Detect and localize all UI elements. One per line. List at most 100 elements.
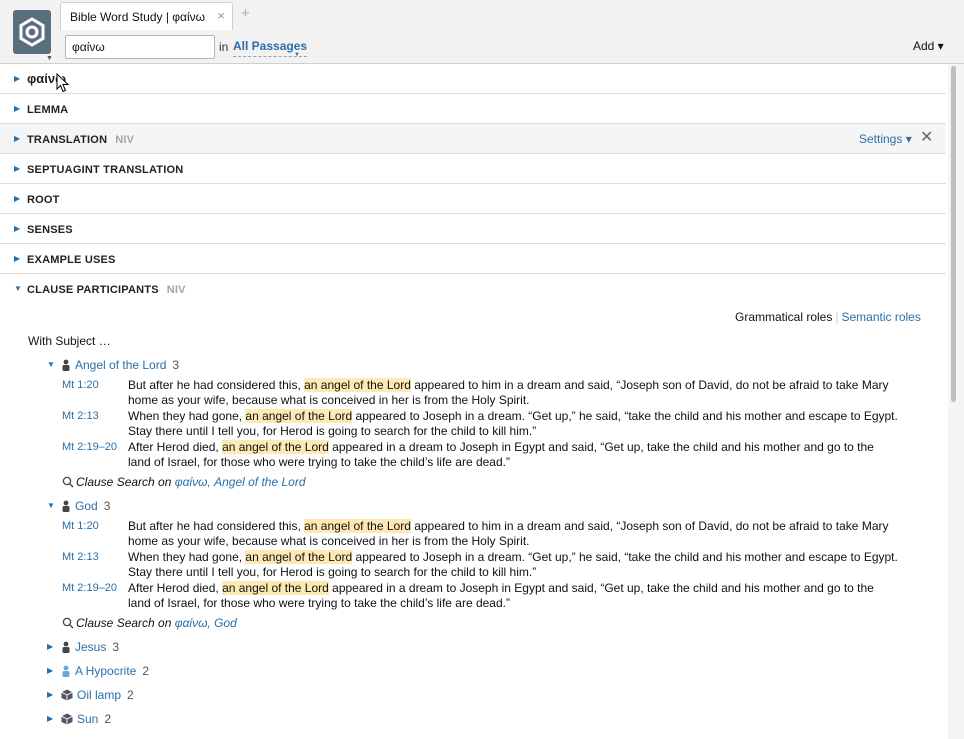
close-section-icon[interactable]: ✕	[920, 130, 933, 146]
section-lemma-word[interactable]: ▶ φαίνω	[0, 64, 946, 94]
verse-text: But after he had considered this, an ang…	[128, 519, 898, 549]
participant-name[interactable]: A Hypocrite	[75, 664, 136, 678]
section-title: EXAMPLE USES	[27, 254, 116, 266]
section-title: CLAUSE PARTICIPANTS NIV	[27, 284, 186, 296]
verse-highlight: an angel of the Lord	[222, 440, 329, 454]
object-cube-icon	[61, 713, 73, 725]
clause-search-query[interactable]: φαίνω, God	[175, 616, 237, 630]
clause-search-link[interactable]: Clause Search on φαίνω, Angel of the Lor…	[62, 475, 306, 489]
section-septuagint-translation[interactable]: ▶ SEPTUAGINT TRANSLATION	[0, 154, 946, 184]
section-title-text: TRANSLATION	[27, 134, 108, 146]
menu-caret-icon: ▼	[46, 55, 53, 62]
verse-text-pre: After Herod died,	[128, 440, 223, 454]
passages-caret-icon: ▼	[294, 52, 300, 58]
verse-text-pre: But after he had considered this,	[128, 378, 305, 392]
role-separator: |	[835, 310, 839, 324]
expand-arrow-icon[interactable]: ▶	[14, 224, 20, 233]
add-tab-button[interactable]: +	[241, 6, 250, 21]
section-title: LEMMA	[27, 104, 69, 116]
expand-arrow-icon[interactable]: ▶	[47, 666, 59, 675]
verse-highlight: an angel of the Lord	[245, 409, 353, 423]
mouse-cursor-icon	[56, 73, 69, 93]
tab-bible-word-study[interactable]: Bible Word Study | φαίνω ×	[60, 2, 233, 30]
participant-sun[interactable]: ▶ Sun 2	[47, 711, 111, 729]
tab-close-icon[interactable]: ×	[217, 9, 225, 22]
participant-count: 2	[127, 687, 134, 702]
participant-count: 2	[104, 711, 112, 726]
verse-text-pre: After Herod died,	[128, 581, 223, 595]
collapse-arrow-icon[interactable]: ▼	[47, 360, 59, 369]
settings-dropdown[interactable]: Settings ▾	[859, 132, 912, 146]
verse-reference[interactable]: Mt 2:19–20	[62, 582, 117, 594]
search-icon	[62, 476, 74, 488]
verse-text-pre: When they had gone,	[128, 409, 246, 423]
participant-name[interactable]: Jesus	[75, 640, 106, 654]
section-version: NIV	[115, 134, 135, 146]
verse-highlight: an angel of the Lord	[245, 550, 353, 564]
participant-a-hypocrite[interactable]: ▶ A Hypocrite 2	[47, 663, 149, 681]
expand-arrow-icon[interactable]: ▶	[47, 642, 59, 651]
section-root[interactable]: ▶ ROOT	[0, 184, 946, 214]
add-button[interactable]: Add ▾	[913, 39, 944, 53]
person-icon	[62, 359, 70, 371]
verse-reference[interactable]: Mt 1:20	[62, 379, 99, 391]
section-translation[interactable]: ▶ TRANSLATION NIV Settings ▾ ✕	[0, 124, 946, 154]
section-version: NIV	[166, 284, 186, 296]
participant-god[interactable]: ▼ God 3	[47, 498, 110, 516]
participant-oil-lamp[interactable]: ▶ Oil lamp 2	[47, 687, 134, 705]
clause-search-link[interactable]: Clause Search on φαίνω, God	[62, 616, 237, 630]
verse-highlight: an angel of the Lord	[222, 581, 329, 595]
section-title-text: CLAUSE PARTICIPANTS	[27, 284, 159, 296]
verse-text: But after he had considered this, an ang…	[128, 378, 898, 408]
object-cube-icon	[61, 689, 73, 701]
participant-angel-of-the-lord[interactable]: ▼ Angel of the Lord 3	[47, 357, 179, 375]
participant-name[interactable]: Oil lamp	[77, 688, 121, 702]
in-label: in	[219, 40, 229, 54]
expand-arrow-icon[interactable]: ▶	[14, 134, 20, 143]
app-menu-button[interactable]	[13, 10, 51, 54]
expand-arrow-icon[interactable]: ▶	[47, 714, 59, 723]
section-senses[interactable]: ▶ SENSES	[0, 214, 946, 244]
expand-arrow-icon[interactable]: ▶	[14, 104, 20, 113]
participant-jesus[interactable]: ▶ Jesus 3	[47, 639, 119, 657]
participant-name[interactable]: Angel of the Lord	[75, 358, 166, 372]
verse-text: When they had gone, an angel of the Lord…	[128, 550, 898, 580]
search-input[interactable]	[65, 35, 215, 59]
verse-text: After Herod died, an angel of the Lord a…	[128, 440, 898, 470]
expand-arrow-icon[interactable]: ▶	[14, 74, 20, 83]
verse-text-pre: When they had gone,	[128, 550, 246, 564]
section-title: SEPTUAGINT TRANSLATION	[27, 164, 184, 176]
clause-search-query[interactable]: φαίνω, Angel of the Lord	[175, 475, 306, 489]
logos-logo-icon	[19, 17, 45, 47]
scrollbar-thumb[interactable]	[951, 66, 956, 402]
section-clause-participants[interactable]: ▼ CLAUSE PARTICIPANTS NIV	[0, 274, 946, 304]
search-icon	[62, 617, 74, 629]
verse-text: After Herod died, an angel of the Lord a…	[128, 581, 898, 611]
expand-arrow-icon[interactable]: ▶	[47, 690, 59, 699]
section-example-uses[interactable]: ▶ EXAMPLE USES	[0, 244, 946, 274]
participant-count: 3	[103, 498, 111, 513]
verse-reference[interactable]: Mt 1:20	[62, 520, 99, 532]
tab-title: Bible Word Study | φαίνω	[70, 10, 206, 24]
semantic-roles-link[interactable]: Semantic roles	[841, 310, 920, 324]
expand-arrow-icon[interactable]: ▶	[14, 194, 20, 203]
collapse-arrow-icon[interactable]: ▼	[14, 284, 22, 293]
participant-name[interactable]: God	[75, 499, 98, 513]
verse-text-pre: But after he had considered this,	[128, 519, 305, 533]
verse-highlight: an angel of the Lord	[304, 519, 411, 533]
expand-arrow-icon[interactable]: ▶	[14, 254, 20, 263]
section-lemma[interactable]: ▶ LEMMA	[0, 94, 946, 124]
participant-name[interactable]: Sun	[77, 712, 98, 726]
clause-search-label: Clause Search on	[76, 616, 175, 630]
person-icon	[62, 500, 70, 512]
generic-person-icon	[62, 665, 70, 677]
verse-highlight: an angel of the Lord	[304, 378, 411, 392]
section-title: TRANSLATION NIV	[27, 134, 134, 146]
collapse-arrow-icon[interactable]: ▼	[47, 501, 59, 510]
verse-reference[interactable]: Mt 2:13	[62, 551, 99, 563]
verse-reference[interactable]: Mt 2:19–20	[62, 441, 117, 453]
verse-reference[interactable]: Mt 2:13	[62, 410, 99, 422]
participant-count: 2	[142, 663, 150, 678]
expand-arrow-icon[interactable]: ▶	[14, 164, 20, 173]
grammatical-roles-option[interactable]: Grammatical roles	[735, 310, 832, 324]
